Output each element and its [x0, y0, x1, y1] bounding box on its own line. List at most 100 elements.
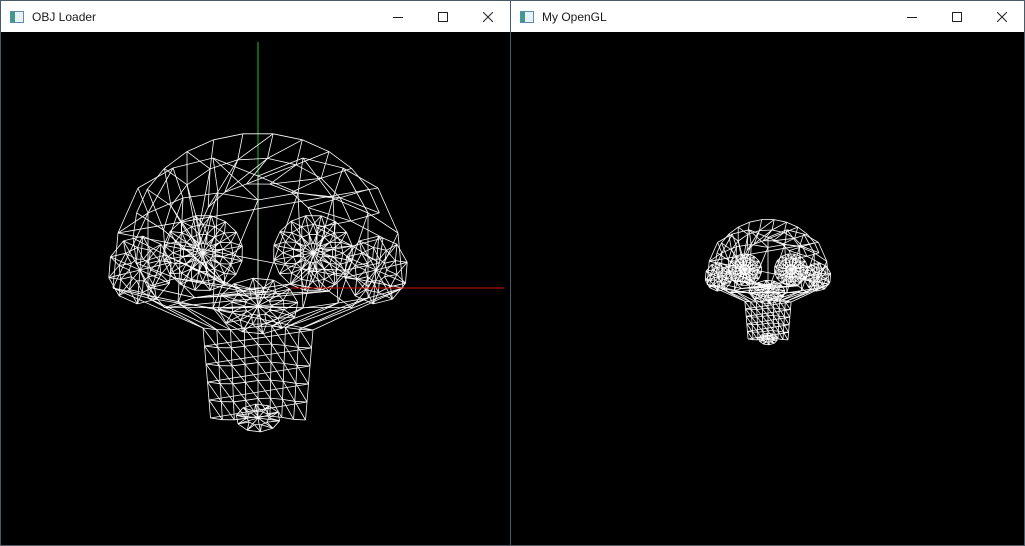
mesh-edge [373, 247, 380, 260]
mesh-edge [284, 345, 299, 348]
mesh-edge [320, 151, 330, 179]
mesh-edge [296, 236, 303, 243]
mesh-edge [751, 271, 754, 275]
mesh-edge [396, 244, 408, 263]
mesh-edge [230, 347, 233, 366]
mesh-edge [207, 381, 221, 385]
mesh-edge [332, 249, 344, 254]
mesh-edge [245, 398, 259, 401]
mesh-edge [257, 362, 271, 381]
mesh-edge [375, 261, 408, 271]
mesh-edge [147, 197, 184, 214]
mesh-edge [225, 221, 237, 233]
mesh-edge [183, 256, 187, 264]
mesh-edge [395, 260, 408, 263]
mesh-edge [786, 221, 798, 228]
mesh-edge [395, 244, 398, 261]
mesh-edge [218, 365, 221, 384]
mesh-edge [186, 139, 214, 152]
mesh-edge [282, 248, 294, 254]
mesh-edge [231, 345, 245, 349]
mesh-edge [252, 315, 259, 325]
mesh-edge [108, 256, 111, 278]
mesh-edge [216, 329, 219, 348]
minimize-button[interactable] [889, 1, 934, 32]
app-icon [10, 10, 24, 23]
close-button[interactable] [979, 1, 1024, 32]
mesh-edge [219, 383, 234, 403]
mesh-edge [283, 299, 298, 303]
mesh-edge [290, 221, 293, 233]
mesh-edge [243, 328, 259, 345]
title-bar[interactable]: OBJ Loader [1, 1, 510, 32]
mesh-edge [281, 417, 294, 420]
mesh-edge [297, 192, 334, 199]
mesh-edge [289, 288, 299, 303]
mesh-edge [773, 322, 779, 324]
mesh-edge [756, 308, 763, 310]
mesh-edge [293, 418, 306, 421]
mesh-edge [245, 382, 259, 399]
mesh-edge [208, 399, 222, 403]
my-opengl-window: My OpenGL [510, 0, 1025, 546]
mesh-edge [825, 272, 827, 279]
mesh-edge [752, 331, 759, 341]
mesh-edge [262, 327, 283, 335]
mesh-edge [293, 242, 297, 250]
mesh-edge [244, 344, 259, 347]
mesh-edge [257, 313, 265, 316]
mesh-edge [182, 192, 219, 199]
mesh-edge [242, 331, 263, 335]
mesh-edge [795, 262, 799, 266]
mesh-edge [308, 224, 314, 235]
mesh-edge [210, 215, 216, 227]
mesh-edge [285, 241, 297, 243]
mesh-edge [142, 235, 162, 245]
mesh-edge [186, 168, 211, 186]
mesh-edge [164, 151, 188, 169]
mesh-edge [279, 273, 291, 285]
mesh-edge [762, 330, 769, 332]
mesh-edge [749, 219, 762, 223]
mesh-edge [128, 263, 132, 271]
mesh-edge [344, 277, 356, 296]
minimize-button[interactable] [375, 1, 420, 32]
mesh-edge [777, 331, 784, 340]
mesh-edge [163, 205, 172, 231]
mesh-edge [244, 364, 259, 381]
mesh-edge [762, 308, 769, 316]
mesh-edge [235, 260, 243, 275]
title-bar[interactable]: My OpenGL [511, 1, 1024, 32]
mesh-edge [305, 401, 308, 421]
mesh-edge [351, 168, 370, 190]
mesh-edge [373, 247, 387, 251]
mesh-edge [205, 347, 312, 365]
mesh-edge [311, 329, 314, 349]
render-viewport[interactable] [1, 32, 510, 545]
mesh-edge [231, 301, 245, 307]
mesh-edge [405, 262, 408, 284]
mesh-edge [136, 247, 138, 260]
mesh-edge [148, 263, 152, 271]
mesh-edge [132, 212, 137, 239]
mesh-edge [266, 420, 280, 423]
mesh-edge [251, 296, 259, 299]
mesh-edge [395, 260, 398, 275]
mesh-edge [782, 265, 785, 269]
mesh-edge [142, 280, 144, 293]
mesh-edge [217, 347, 233, 367]
mesh-edge [757, 324, 764, 332]
mesh-edge [273, 259, 280, 274]
mesh-edge [272, 420, 280, 429]
mesh-edge [332, 197, 369, 214]
mesh-edge [757, 323, 763, 325]
maximize-button[interactable] [934, 1, 979, 32]
close-button[interactable] [465, 1, 510, 32]
mesh-edge [350, 220, 384, 239]
mesh-edge [373, 298, 393, 305]
mesh-edge [206, 234, 215, 238]
render-viewport[interactable] [511, 32, 1024, 545]
maximize-button[interactable] [420, 1, 465, 32]
mesh-edge [267, 139, 303, 159]
mesh-edge [123, 240, 141, 271]
